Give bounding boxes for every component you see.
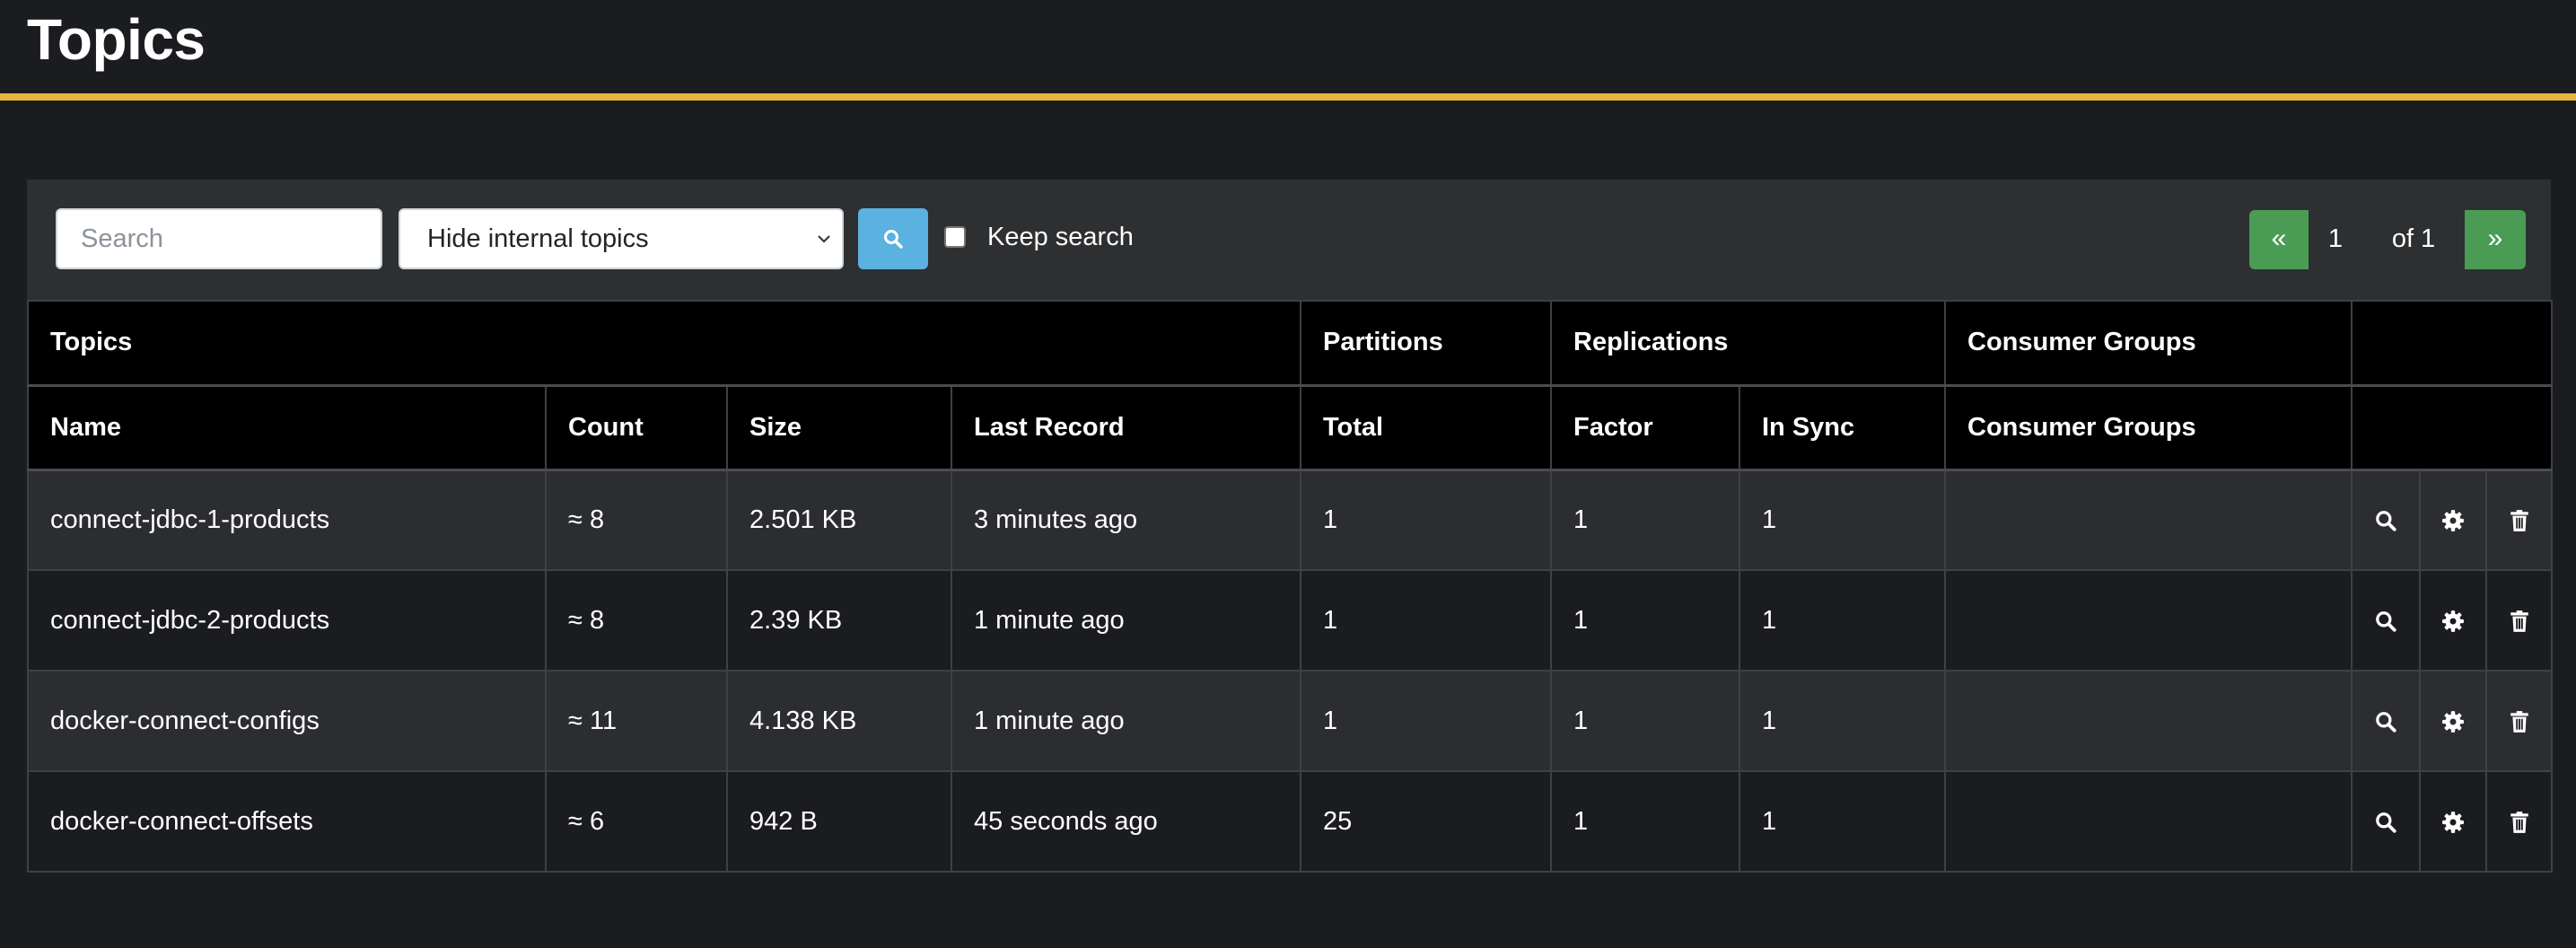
cell-name[interactable]: docker-connect-offsets	[27, 770, 547, 873]
delete-topic-button[interactable]	[2484, 469, 2554, 571]
cell-last-record: 45 seconds ago	[951, 770, 1301, 873]
cell-factor: 1	[1550, 670, 1740, 772]
column-header-name[interactable]: Name	[27, 384, 547, 471]
cell-consumer-groups	[1944, 670, 2353, 772]
cell-last-record: 3 minutes ago	[951, 469, 1301, 571]
topic-config-button[interactable]	[2419, 569, 2487, 672]
column-header-factor[interactable]: Factor	[1550, 384, 1740, 471]
group-header-partitions: Partitions	[1300, 300, 1552, 387]
column-header-size[interactable]: Size	[726, 384, 952, 471]
topics-table: Topics Partitions Replications Consumer …	[27, 300, 2554, 873]
cell-size: 4.138 KB	[726, 670, 952, 772]
cell-total: 1	[1300, 670, 1552, 772]
topic-config-button[interactable]	[2419, 469, 2487, 571]
trash-icon	[2510, 510, 2528, 532]
topic-config-button[interactable]	[2419, 670, 2487, 772]
cell-name[interactable]: connect-jdbc-1-products	[27, 469, 547, 571]
keep-search-checkbox[interactable]	[944, 226, 966, 248]
cell-total: 25	[1300, 770, 1552, 873]
view-topic-button[interactable]	[2351, 469, 2421, 571]
search-icon	[2376, 611, 2396, 632]
chevron-down-icon	[818, 235, 830, 243]
table-group-header-row: Topics Partitions Replications Consumer …	[27, 300, 2554, 387]
search-icon	[2376, 712, 2396, 733]
cell-last-record: 1 minute ago	[951, 670, 1301, 772]
group-header-replications: Replications	[1550, 300, 1946, 387]
pagination-next-button[interactable]: »	[2465, 210, 2526, 269]
cell-name[interactable]: connect-jdbc-2-products	[27, 569, 547, 672]
cell-name[interactable]: docker-connect-configs	[27, 670, 547, 772]
cell-factor: 1	[1550, 469, 1740, 571]
trash-icon	[2510, 610, 2528, 632]
topic-filter-selected-value: Hide internal topics	[427, 224, 649, 253]
search-button[interactable]	[858, 208, 928, 269]
table-row: connect-jdbc-2-products ≈ 8 2.39 KB 1 mi…	[27, 569, 2554, 672]
page-title: Topics	[27, 7, 206, 72]
search-icon	[2376, 511, 2396, 531]
cell-in-sync: 1	[1739, 770, 1946, 873]
column-header-last-record[interactable]: Last Record	[951, 384, 1301, 471]
column-header-total[interactable]: Total	[1300, 384, 1552, 471]
gear-icon	[2442, 710, 2464, 733]
gear-icon	[2442, 510, 2464, 532]
search-icon	[2376, 812, 2396, 833]
cell-size: 942 B	[726, 770, 952, 873]
cell-count: ≈ 8	[545, 569, 728, 672]
cell-last-record: 1 minute ago	[951, 569, 1301, 672]
column-header-consumer-groups[interactable]: Consumer Groups	[1944, 384, 2353, 471]
search-icon	[884, 230, 903, 249]
cell-in-sync: 1	[1739, 469, 1946, 571]
gear-icon	[2442, 811, 2464, 833]
group-header-actions	[2350, 300, 2554, 387]
cell-total: 1	[1300, 469, 1552, 571]
cell-count: ≈ 6	[545, 770, 728, 873]
view-topic-button[interactable]	[2351, 569, 2421, 672]
cell-size: 2.39 KB	[726, 569, 952, 672]
trash-icon	[2510, 710, 2528, 733]
column-header-actions	[2350, 384, 2554, 471]
pagination-total-pages: of 1	[2362, 210, 2465, 269]
keep-search-label[interactable]: Keep search	[987, 219, 1134, 255]
cell-consumer-groups	[1944, 770, 2353, 873]
cell-consumer-groups	[1944, 469, 2353, 571]
delete-topic-button[interactable]	[2484, 670, 2554, 772]
cell-factor: 1	[1550, 770, 1740, 873]
table-row: docker-connect-configs ≈ 11 4.138 KB 1 m…	[27, 670, 2554, 772]
group-header-topics: Topics	[27, 300, 1301, 387]
view-topic-button[interactable]	[2351, 670, 2421, 772]
pagination-prev-button[interactable]: «	[2249, 210, 2309, 269]
gear-icon	[2442, 610, 2464, 632]
cell-count: ≈ 8	[545, 469, 728, 571]
cell-consumer-groups	[1944, 569, 2353, 672]
topics-panel: Hide internal topics Keep search « 1 of …	[27, 180, 2554, 873]
topic-filter-select[interactable]: Hide internal topics	[399, 208, 844, 269]
cell-in-sync: 1	[1739, 670, 1946, 772]
cell-factor: 1	[1550, 569, 1740, 672]
cell-count: ≈ 11	[545, 670, 728, 772]
group-header-consumer-groups: Consumer Groups	[1944, 300, 2353, 387]
search-input[interactable]	[56, 208, 382, 269]
delete-topic-button[interactable]	[2484, 569, 2554, 672]
toolbar: Hide internal topics Keep search « 1 of …	[27, 180, 2551, 300]
table-row: docker-connect-offsets ≈ 6 942 B 45 seco…	[27, 770, 2554, 873]
column-header-in-sync[interactable]: In Sync	[1739, 384, 1946, 471]
page-header: Topics	[0, 0, 2576, 101]
column-header-count[interactable]: Count	[545, 384, 728, 471]
trash-icon	[2510, 811, 2528, 833]
topic-config-button[interactable]	[2419, 770, 2487, 873]
page: Topics Hide internal topics Keep search …	[0, 0, 2576, 948]
delete-topic-button[interactable]	[2484, 770, 2554, 873]
cell-in-sync: 1	[1739, 569, 1946, 672]
view-topic-button[interactable]	[2351, 770, 2421, 873]
cell-total: 1	[1300, 569, 1552, 672]
table-column-header-row: Name Count Size Last Record Total Factor…	[27, 384, 2554, 471]
table-row: connect-jdbc-1-products ≈ 8 2.501 KB 3 m…	[27, 469, 2554, 571]
cell-size: 2.501 KB	[726, 469, 952, 571]
pagination-current-page[interactable]: 1	[2309, 210, 2362, 269]
